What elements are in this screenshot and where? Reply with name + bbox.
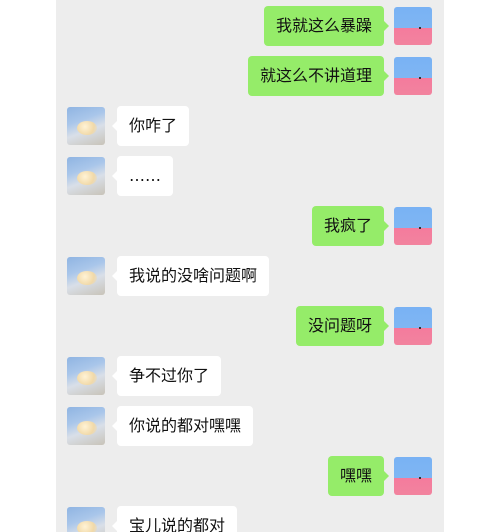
message-row-outgoing: 没问题呀 <box>56 306 444 346</box>
my-avatar[interactable] <box>394 7 432 45</box>
contact-avatar[interactable] <box>67 357 105 395</box>
message-bubble-incoming[interactable]: 争不过你了 <box>111 356 222 396</box>
avatar-dot <box>419 77 421 79</box>
message-row-incoming: 宝儿说的都对 <box>56 506 444 532</box>
message-bubble-outgoing[interactable]: 没问题呀 <box>295 306 390 346</box>
message-row-outgoing: 我疯了 <box>56 206 444 246</box>
avatar-dot <box>419 227 421 229</box>
avatar-dot <box>419 27 421 29</box>
message-row-outgoing: 我就这么暴躁 <box>56 6 444 46</box>
my-avatar[interactable] <box>394 57 432 95</box>
message-bubble-outgoing[interactable]: 我就这么暴躁 <box>263 6 390 46</box>
avatar-cloud <box>77 371 97 385</box>
avatar-cloud <box>77 421 97 435</box>
message-bubble-incoming[interactable]: 你说的都对嘿嘿 <box>111 406 254 446</box>
message-row-incoming: 争不过你了 <box>56 356 444 396</box>
avatar-cloud <box>77 271 97 285</box>
contact-avatar[interactable] <box>67 107 105 145</box>
avatar-dot <box>419 327 421 329</box>
message-row-incoming: 我说的没啥问题啊 <box>56 256 444 296</box>
message-row-incoming: 你说的都对嘿嘿 <box>56 406 444 446</box>
message-bubble-outgoing[interactable]: 就这么不讲道理 <box>247 56 390 96</box>
avatar-dot <box>419 477 421 479</box>
avatar-cloud <box>77 521 97 532</box>
message-row-outgoing: 就这么不讲道理 <box>56 56 444 96</box>
contact-avatar[interactable] <box>67 507 105 532</box>
contact-avatar[interactable] <box>67 257 105 295</box>
contact-avatar[interactable] <box>67 407 105 445</box>
message-row-outgoing: 嘿嘿 <box>56 456 444 496</box>
message-row-incoming: 你咋了 <box>56 106 444 146</box>
my-avatar[interactable] <box>394 457 432 495</box>
my-avatar[interactable] <box>394 207 432 245</box>
chat-message-list[interactable]: 我就这么暴躁 就这么不讲道理 你咋了 …… 我疯了 我说的没啥问题啊 没问题呀 … <box>56 0 444 532</box>
message-bubble-outgoing[interactable]: 嘿嘿 <box>327 456 390 496</box>
avatar-cloud <box>77 121 97 135</box>
message-bubble-outgoing[interactable]: 我疯了 <box>311 206 390 246</box>
message-bubble-incoming[interactable]: 你咋了 <box>111 106 190 146</box>
message-bubble-incoming[interactable]: …… <box>112 156 173 196</box>
message-row-incoming: …… <box>56 156 444 196</box>
avatar-cloud <box>77 171 97 185</box>
message-bubble-incoming[interactable]: 宝儿说的都对 <box>111 506 238 532</box>
contact-avatar[interactable] <box>67 157 105 195</box>
message-bubble-incoming[interactable]: 我说的没啥问题啊 <box>111 256 270 296</box>
my-avatar[interactable] <box>394 307 432 345</box>
